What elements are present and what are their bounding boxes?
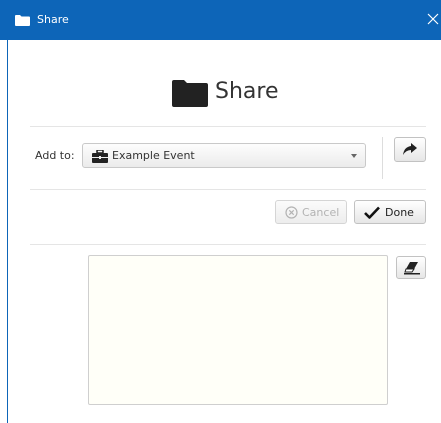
eraser-icon — [404, 262, 420, 275]
vertical-divider — [382, 137, 383, 179]
add-to-select-value: Example Event — [112, 149, 195, 162]
share-button[interactable] — [394, 137, 426, 162]
title-bar: Share — [0, 0, 441, 40]
window-title: Share — [37, 13, 69, 26]
done-button-label: Done — [385, 206, 414, 219]
dialog-title: Share — [215, 79, 279, 104]
add-to-label: Add to: — [35, 149, 75, 162]
briefcase-icon — [92, 150, 108, 163]
cancel-button-label: Cancel — [302, 206, 340, 219]
divider — [30, 126, 426, 127]
cancel-circle-icon — [285, 206, 298, 219]
done-button[interactable]: Done — [354, 200, 426, 224]
divider — [30, 189, 426, 190]
add-to-select[interactable]: Example Event — [82, 143, 366, 168]
chevron-down-icon — [351, 154, 357, 158]
share-arrow-icon — [403, 143, 417, 155]
clear-text-button[interactable] — [396, 256, 426, 279]
share-text-area[interactable] — [88, 255, 388, 405]
folder-icon — [172, 80, 208, 107]
folder-icon — [15, 15, 30, 26]
close-icon[interactable] — [426, 12, 440, 26]
dialog-header: Share — [0, 76, 441, 108]
cancel-button[interactable]: Cancel — [275, 200, 347, 224]
share-dialog: Share Share Add to: Example Event Cancel… — [0, 0, 441, 423]
checkmark-icon — [364, 206, 380, 219]
divider — [30, 244, 426, 245]
